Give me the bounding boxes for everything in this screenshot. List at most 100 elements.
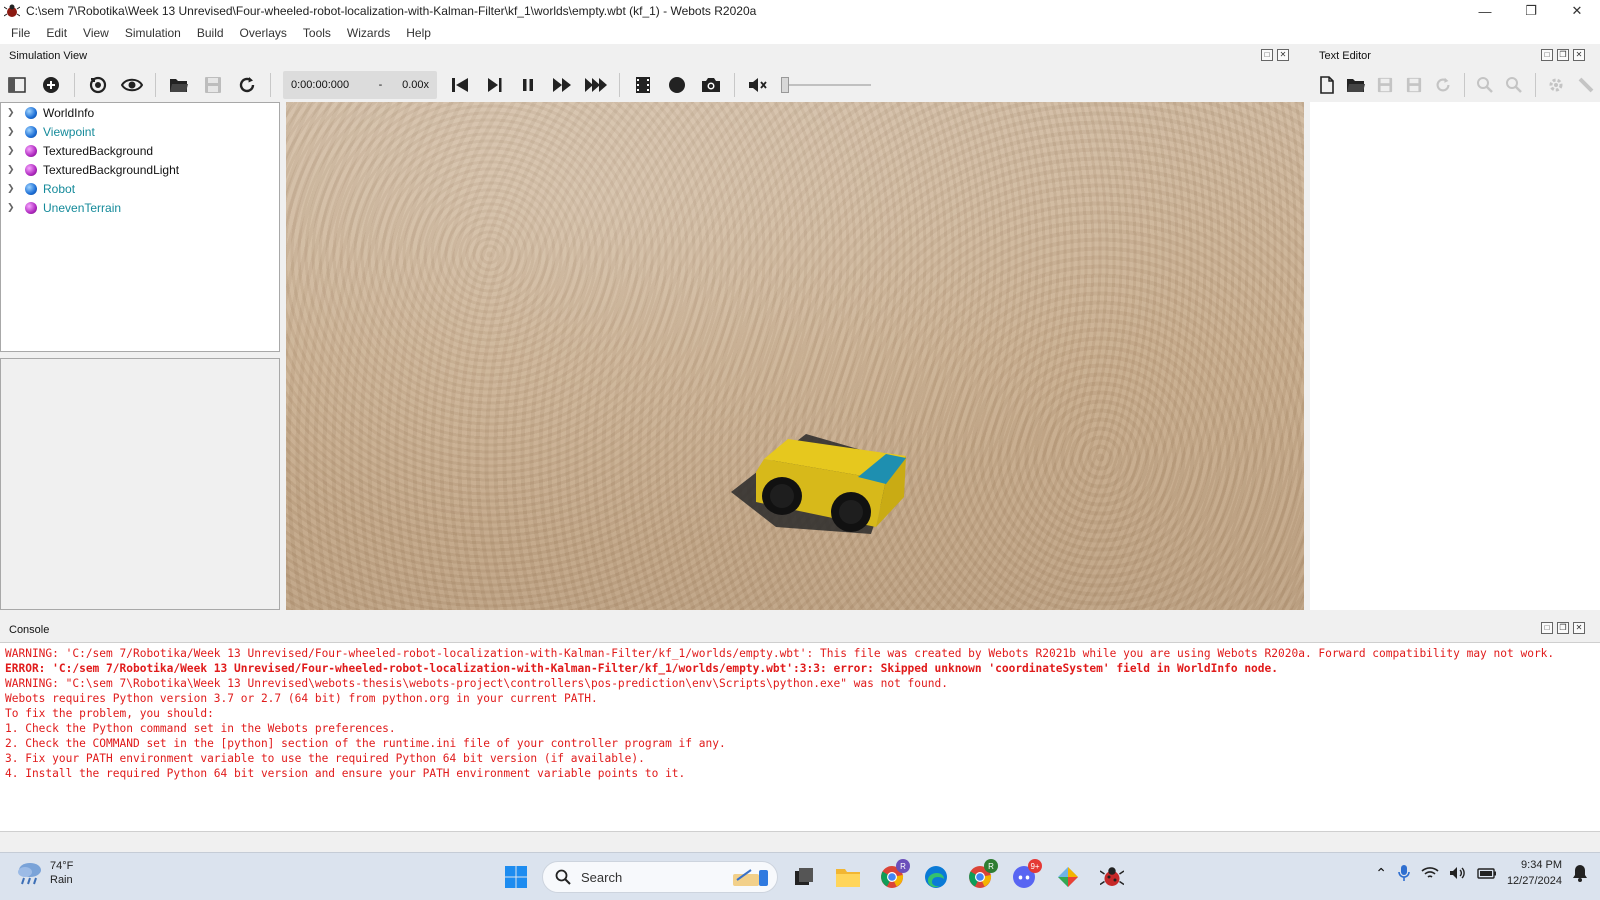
save-file-button[interactable] [1370,70,1399,100]
reset-simulation-button[interactable] [443,70,477,100]
close-dock-icon[interactable]: ✕ [1573,49,1585,61]
screenshot-button[interactable] [694,70,728,100]
scene-tree-label: UnevenTerrain [43,200,122,215]
step-button[interactable] [477,70,511,100]
3d-view[interactable] [286,102,1304,610]
menu-build[interactable]: Build [189,22,232,44]
scene-tree-item[interactable]: ❯ TexturedBackground [1,141,279,160]
profile-badge: R [984,859,998,873]
simulation-time-display: 0:00:00:000 - 0.00x [283,71,437,99]
menu-help[interactable]: Help [398,22,439,44]
maximize-dock-icon[interactable]: □ [1541,49,1553,61]
close-button[interactable]: ✕ [1554,0,1600,22]
menu-file[interactable]: File [3,22,38,44]
revert-file-button[interactable] [1429,70,1458,100]
find-button[interactable] [1471,70,1500,100]
pause-button[interactable] [511,70,545,100]
mute-button[interactable] [741,70,775,100]
chevron-right-icon[interactable]: ❯ [7,145,19,156]
minimize-button[interactable]: — [1462,0,1508,22]
chrome-button[interactable]: R [874,859,910,895]
toolbar-separator [155,73,156,97]
scene-tree-item[interactable]: ❯ Viewpoint [1,122,279,141]
float-dock-icon[interactable]: ❐ [1557,622,1569,634]
chevron-right-icon[interactable]: ❯ [7,164,19,175]
maximize-dock-icon[interactable]: □ [1541,622,1553,634]
save-world-button[interactable] [196,70,230,100]
taskbar-search[interactable]: Search [542,861,778,893]
save-as-button[interactable] [1399,70,1428,100]
console-output[interactable]: WARNING: 'C:/sem 7/Robotika/Week 13 Unre… [0,642,1600,832]
search-replace-icon [1506,77,1523,93]
float-dock-icon[interactable]: □ [1261,49,1273,61]
volume-thumb[interactable] [781,77,789,93]
fastest-forward-icon [585,78,607,92]
fast-button[interactable] [579,70,613,100]
clock[interactable]: 9:34 PM 12/27/2024 [1507,857,1562,889]
chrome-profile-button[interactable]: R [962,859,998,895]
simulation-view-title: Simulation View [9,50,88,62]
weather-widget[interactable]: 74°F Rain [16,859,73,887]
scene-tree-item[interactable]: ❯ WorldInfo [1,103,279,122]
node-type-icon [25,106,37,119]
reload-world-button[interactable] [230,70,264,100]
webots-logo-icon [1100,867,1124,886]
microphone-icon[interactable] [1397,864,1411,882]
webots-button[interactable] [1094,859,1130,895]
close-dock-icon[interactable]: ✕ [1277,49,1289,61]
volume-icon[interactable] [1449,866,1467,880]
scene-tree-item[interactable]: ❯ UnevenTerrain [1,198,279,217]
menu-edit[interactable]: Edit [38,22,75,44]
menu-overlays[interactable]: Overlays [232,22,295,44]
replace-button[interactable] [1500,70,1529,100]
diamond-app-icon [1058,867,1078,887]
panel-toggle-icon [8,77,26,93]
volume-slider[interactable] [781,75,871,95]
reset-viewpoint-button[interactable] [81,70,115,100]
file-explorer-button[interactable] [830,859,866,895]
notification-bell-icon[interactable] [1572,864,1588,882]
menu-simulation[interactable]: Simulation [117,22,189,44]
start-button[interactable] [498,859,534,895]
record-animation-button[interactable] [660,70,694,100]
scene-tree-item[interactable]: ❯ Robot [1,179,279,198]
view-menu-button[interactable] [115,70,149,100]
app-diamond-button[interactable] [1050,859,1086,895]
open-file-button[interactable] [1341,70,1370,100]
close-dock-icon[interactable]: ✕ [1573,622,1585,634]
menu-view[interactable]: View [75,22,117,44]
console-warning-line: 4. Install the required Python 64 bit ve… [5,767,686,780]
console-warning-line: WARNING: 'C:/sem 7/Robotika/Week 13 Unre… [5,647,1555,660]
open-world-button[interactable] [162,70,196,100]
toggle-scene-tree-button[interactable] [0,70,34,100]
chevron-up-icon[interactable]: ⌃ [1375,865,1387,882]
step-icon [488,78,502,92]
chevron-right-icon[interactable]: ❯ [7,202,19,213]
menu-wizards[interactable]: Wizards [339,22,398,44]
chevron-right-icon[interactable]: ❯ [7,107,19,118]
record-movie-button[interactable] [626,70,660,100]
task-view-button[interactable] [786,859,822,895]
wifi-icon[interactable] [1421,866,1439,880]
search-highlight-icon [733,869,768,886]
discord-button[interactable]: 9+ [1006,859,1042,895]
run-button[interactable] [545,70,579,100]
time-separator: - [378,79,383,91]
clean-button[interactable] [1571,70,1600,100]
scene-tree-item[interactable]: ❯ TexturedBackgroundLight [1,160,279,179]
text-editor-area[interactable] [1310,102,1600,610]
battery-icon[interactable] [1477,866,1497,880]
restore-button[interactable]: ❐ [1508,0,1554,22]
text-editor-dock-controls: □ ❐ ✕ [1541,49,1585,61]
float-dock-icon[interactable]: ❐ [1557,49,1569,61]
console-warning-line: 1. Check the Python command set in the W… [5,722,396,735]
chevron-right-icon[interactable]: ❯ [7,126,19,137]
toolbar-separator [1463,73,1465,97]
build-button[interactable] [1542,70,1571,100]
add-node-button[interactable] [34,70,68,100]
edge-button[interactable] [918,859,954,895]
menu-tools[interactable]: Tools [295,22,339,44]
new-file-button[interactable] [1312,70,1341,100]
chevron-right-icon[interactable]: ❯ [7,183,19,194]
eye-icon [121,78,143,92]
